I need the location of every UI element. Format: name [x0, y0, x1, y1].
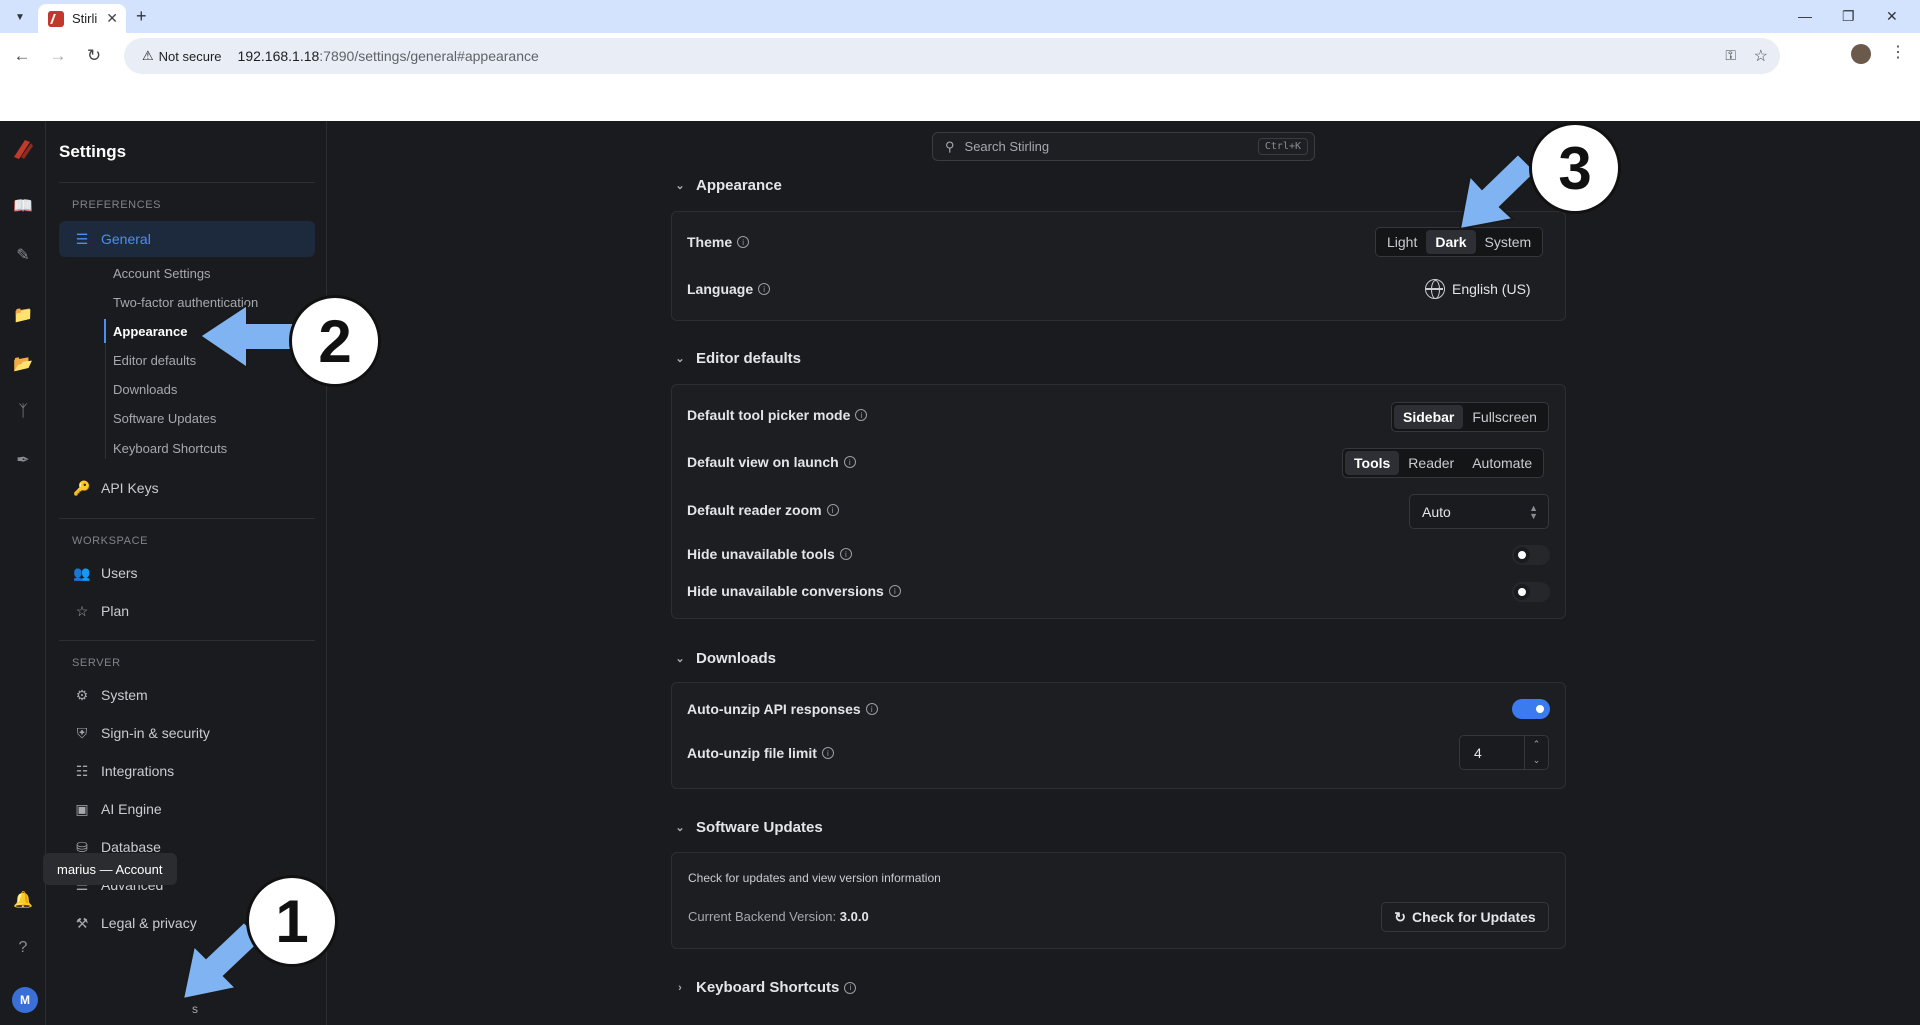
annotation-badge-2: 2 [289, 295, 381, 387]
annotation-badge-1: 1 [246, 875, 338, 967]
arrow-3 [1458, 152, 1538, 231]
annotation-arrows [181, 152, 1538, 1001]
annotation-badge-3: 3 [1529, 122, 1621, 214]
arrow-2 [198, 303, 301, 370]
